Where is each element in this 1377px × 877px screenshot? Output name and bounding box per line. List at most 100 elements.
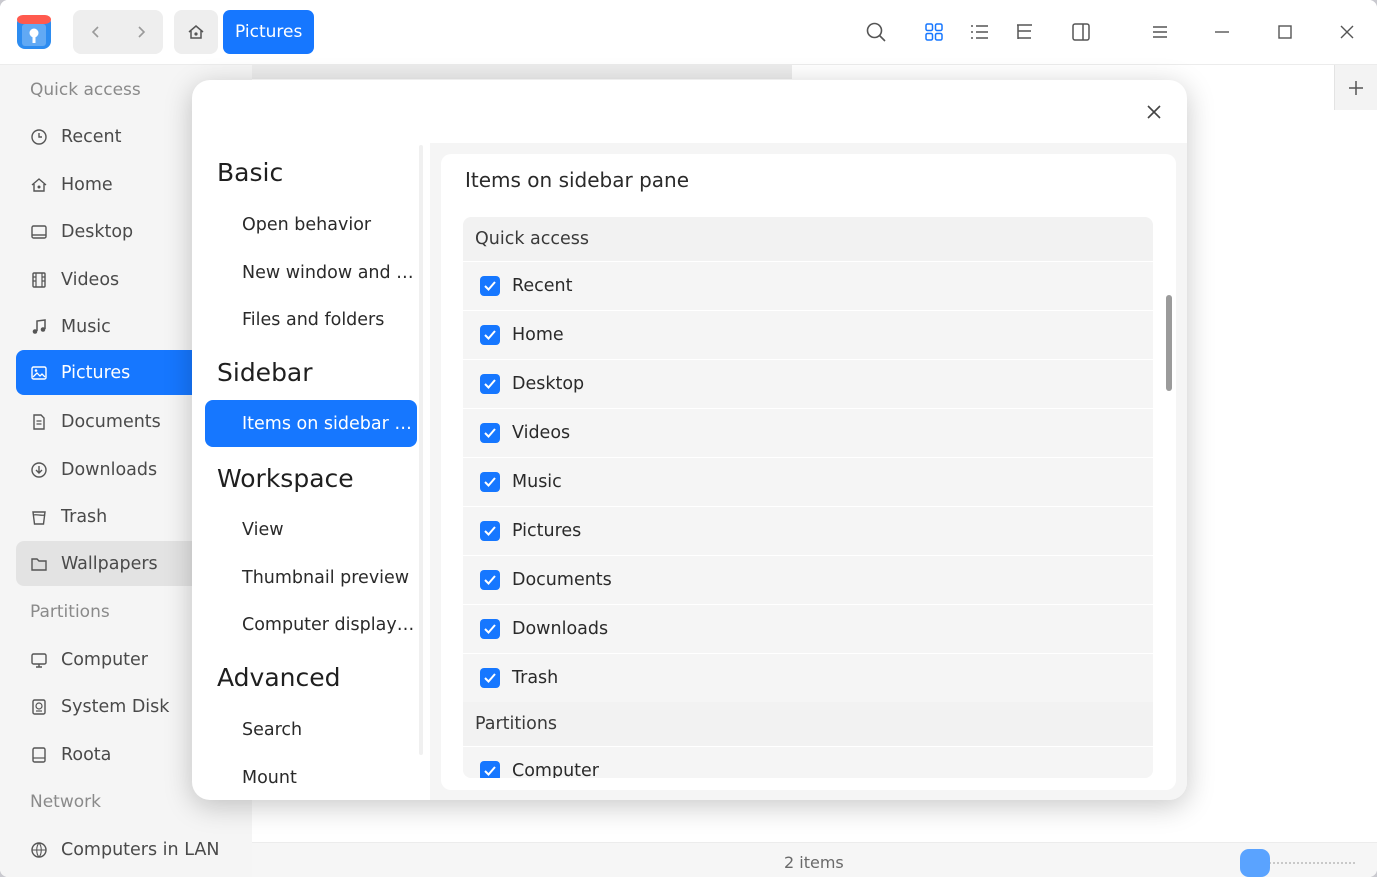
list-item[interactable]: Music (463, 457, 1153, 506)
list-item-label: Documents (512, 570, 612, 590)
sidebar-item-label: Videos (61, 269, 120, 290)
sidebar-item-computers-in-lan[interactable]: Computers in LAN (16, 827, 252, 872)
close-icon (1340, 25, 1354, 39)
clock-icon (30, 128, 48, 146)
checkmark-icon (484, 624, 496, 634)
nav-item-mount[interactable]: Mount (205, 754, 417, 800)
home-icon (30, 176, 48, 194)
network-icon (30, 841, 48, 859)
forward-button[interactable] (118, 10, 163, 54)
list-item-label: Desktop (512, 374, 585, 394)
sidebar-group-network: Network (30, 792, 101, 812)
list-item-label: Home (512, 325, 564, 345)
checkmark-icon (484, 477, 496, 487)
checkbox-documents[interactable] (480, 570, 500, 590)
film-icon (30, 271, 48, 289)
file-manager-window: Pictures Quick access Recent Home Deskto… (0, 0, 1377, 877)
minimize-button[interactable] (1210, 20, 1234, 44)
drive-icon (30, 746, 48, 764)
dialog-close-button[interactable] (1141, 99, 1167, 125)
computer-icon (30, 651, 48, 669)
sidebar-item-label: Music (61, 316, 111, 337)
sidebar-item-label: Home (61, 174, 113, 195)
chevron-left-icon (91, 26, 99, 38)
sidebar-item-label: Trash (61, 506, 108, 527)
icon-view-button[interactable] (922, 20, 946, 44)
sidebar-item-label: Desktop (61, 221, 134, 242)
nav-item-items-on-sidebar[interactable]: Items on sidebar … (205, 400, 417, 447)
download-icon (30, 461, 48, 479)
list-item-label: Downloads (512, 619, 609, 639)
list-item[interactable]: Videos (463, 408, 1153, 457)
settings-content: Items on sidebar pane Quick access Recen… (430, 143, 1187, 800)
list-item[interactable]: Desktop (463, 359, 1153, 408)
zoom-slider-handle[interactable] (1240, 849, 1270, 877)
list-item[interactable]: Recent (463, 261, 1153, 310)
back-button[interactable] (73, 10, 118, 54)
detail-pane-icon (1072, 23, 1090, 41)
sidebar-group-quick-access: Quick access (30, 80, 141, 100)
nav-item-files-and-folders[interactable]: Files and folders (205, 296, 417, 343)
checkmark-icon (484, 330, 496, 340)
checkbox-videos[interactable] (480, 423, 500, 443)
maximize-button[interactable] (1273, 20, 1297, 44)
nav-item-view[interactable]: View (205, 506, 417, 553)
trash-icon (30, 508, 48, 526)
nav-item-search[interactable]: Search (205, 706, 417, 753)
detail-pane-button[interactable] (1069, 20, 1093, 44)
checkbox-music[interactable] (480, 472, 500, 492)
nav-item-computer-display[interactable]: Computer display… (205, 601, 417, 648)
panel-title: Items on sidebar pane (465, 168, 690, 192)
list-view-button[interactable] (967, 20, 991, 44)
document-icon (30, 413, 48, 431)
list-item[interactable]: Downloads (463, 604, 1153, 653)
search-button[interactable] (864, 20, 888, 44)
nav-item-open-behavior[interactable]: Open behavior (205, 201, 417, 248)
checkmark-icon (484, 526, 496, 536)
nav-item-new-window[interactable]: New window and … (205, 249, 417, 296)
history-nav (73, 10, 163, 54)
list-item-label: Music (512, 472, 562, 492)
minimize-icon (1215, 31, 1229, 33)
tree-view-icon (1017, 24, 1032, 39)
list-item[interactable]: Pictures (463, 506, 1153, 555)
list-item[interactable]: Trash (463, 653, 1153, 702)
content-scrollbar[interactable] (1166, 295, 1172, 391)
new-tab-button[interactable] (1334, 65, 1377, 110)
checkbox-pictures[interactable] (480, 521, 500, 541)
checkbox-desktop[interactable] (480, 374, 500, 394)
close-window-button[interactable] (1335, 20, 1359, 44)
settings-dialog: Basic Open behavior New window and … Fil… (192, 80, 1187, 800)
list-item[interactable]: Documents (463, 555, 1153, 604)
nav-section-sidebar[interactable]: Sidebar (217, 358, 313, 387)
list-item[interactable]: Computer (463, 746, 1153, 778)
nav-item-thumbnail-preview[interactable]: Thumbnail preview (205, 554, 417, 601)
status-bar: 2 items (252, 842, 1377, 877)
settings-nav-scrollbar[interactable] (419, 145, 423, 755)
sidebar-item-label: Roota (61, 744, 112, 765)
list-item[interactable]: Home (463, 310, 1153, 359)
tree-view-button[interactable] (1012, 20, 1036, 44)
checkbox-recent[interactable] (480, 276, 500, 296)
checkbox-computer[interactable] (480, 761, 500, 778)
checkbox-downloads[interactable] (480, 619, 500, 639)
breadcrumb-pictures[interactable]: Pictures (223, 10, 315, 54)
checkmark-icon (484, 575, 496, 585)
chevron-right-icon (137, 26, 145, 38)
nav-section-basic[interactable]: Basic (217, 158, 283, 187)
disk-icon (30, 698, 48, 716)
sidebar-item-label: Computer (61, 649, 148, 670)
home-icon (188, 25, 204, 39)
checkmark-icon (484, 428, 496, 438)
title-bar: Pictures (0, 0, 1377, 65)
file-manager-app-icon (17, 15, 51, 49)
main-menu-button[interactable] (1148, 20, 1172, 44)
nav-section-workspace[interactable]: Workspace (217, 464, 354, 493)
home-button[interactable] (174, 10, 218, 54)
list-item-label: Recent (512, 276, 573, 296)
menu-icon (1153, 26, 1167, 38)
nav-section-advanced[interactable]: Advanced (217, 663, 341, 692)
checkbox-trash[interactable] (480, 668, 500, 688)
close-icon (1147, 105, 1161, 119)
checkbox-home[interactable] (480, 325, 500, 345)
